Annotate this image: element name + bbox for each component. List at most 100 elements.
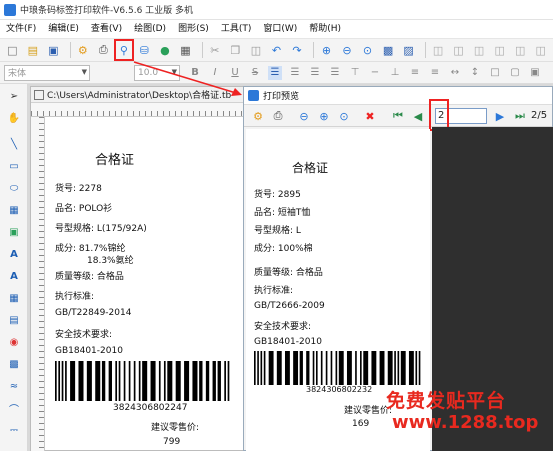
print-preview-icon[interactable]: ⚲	[113, 39, 135, 61]
vertical-bottom-icon[interactable]: ⊥	[388, 66, 402, 80]
close-icon[interactable]: ✖	[362, 108, 378, 124]
group-icon[interactable]: ▢	[508, 66, 522, 80]
last-page-icon[interactable]: ⏭	[512, 108, 528, 124]
zoom-in-icon[interactable]: ⊕	[318, 41, 335, 59]
distribute-vertical-icon[interactable]: ≡	[428, 66, 442, 80]
font-size-select[interactable]: 10.0 ▼	[134, 64, 180, 81]
text-tool-icon[interactable]: A	[6, 246, 22, 262]
database-icon[interactable]: ⛁	[136, 41, 153, 59]
rich-text-tool-icon[interactable]: A	[6, 268, 22, 284]
new-file-icon[interactable]: □	[4, 41, 21, 59]
bold-icon[interactable]: B	[188, 66, 202, 80]
menu-window[interactable]: 窗口(W)	[257, 20, 303, 38]
zoom-out-icon[interactable]: ⊖	[296, 108, 312, 124]
image-tool-icon[interactable]: ▣	[6, 224, 22, 240]
underline-icon[interactable]: U	[228, 66, 242, 80]
menu-file[interactable]: 文件(F)	[0, 20, 42, 38]
hand-tool-icon[interactable]: ✋	[6, 110, 22, 126]
menu-draw[interactable]: 绘图(D)	[128, 20, 172, 38]
italic-icon[interactable]: I	[208, 66, 222, 80]
ellipse-tool-icon[interactable]: ⬭	[6, 180, 22, 196]
align-right-icon[interactable]: ◫	[471, 41, 488, 59]
next-page-icon[interactable]: ▶	[492, 108, 508, 124]
label-standard-label[interactable]: 执行标准:	[55, 289, 94, 302]
zoom-fit-icon[interactable]: ⊙	[336, 108, 352, 124]
align-center-icon[interactable]: ◫	[450, 41, 467, 59]
barcode-bar	[268, 351, 274, 385]
align-bottom-icon[interactable]: ◫	[532, 41, 549, 59]
qrcode-tool-icon[interactable]: ▩	[6, 356, 22, 372]
label-grade[interactable]: 质量等级: 合格品	[55, 269, 124, 282]
print-setup-icon[interactable]: ⚙	[250, 108, 266, 124]
vertical-top-icon[interactable]: ⊤	[348, 66, 362, 80]
undo-icon[interactable]: ↶	[268, 41, 285, 59]
barcode-tool-icon[interactable]: ▦	[6, 202, 22, 218]
align-left-icon[interactable]: ◫	[430, 41, 447, 59]
label-size[interactable]: 号型规格: L(175/92A)	[55, 221, 147, 234]
strikethrough-icon[interactable]: S	[248, 66, 262, 80]
barcode-bar	[163, 361, 166, 401]
label-price-label[interactable]: 建议零售价:	[151, 420, 199, 433]
label-safety-label[interactable]: 安全技术要求:	[55, 327, 112, 340]
print-icon[interactable]: ⎙	[95, 41, 112, 59]
label-safety[interactable]: GB18401-2010	[55, 346, 123, 356]
line-tool-icon[interactable]: ╲	[6, 136, 22, 152]
label-title[interactable]: 合格证	[95, 149, 134, 168]
menu-help[interactable]: 帮助(H)	[303, 20, 347, 38]
document-window: C:\Users\Administrator\Desktop\合格证.tb 合格…	[30, 86, 245, 451]
paste-icon[interactable]: ◫	[248, 41, 265, 59]
barcode-bar	[379, 351, 385, 385]
zoom-fit-icon[interactable]: ⊙	[359, 41, 376, 59]
label-barcode[interactable]	[55, 361, 231, 401]
label-price[interactable]: 799	[163, 437, 180, 447]
vertical-middle-icon[interactable]: −	[368, 66, 382, 80]
label-name[interactable]: 品名: POLO衫	[55, 201, 112, 214]
font-name-select[interactable]: 宋体 ▼	[4, 64, 90, 81]
serial-tool-icon[interactable]: ▤	[6, 312, 22, 328]
arc-tool-icon[interactable]: ⌒	[6, 400, 22, 416]
previous-page-icon[interactable]: ◀	[410, 108, 426, 124]
zoom-out-icon[interactable]: ⊖	[339, 41, 356, 59]
zoom-page-icon[interactable]: ▩	[380, 41, 397, 59]
distribute-horizontal-icon[interactable]: ≡	[408, 66, 422, 80]
align-top-icon[interactable]: ◫	[491, 41, 508, 59]
label-standard[interactable]: GB/T22849-2014	[55, 308, 131, 318]
data-source-icon[interactable]: ●	[157, 41, 174, 59]
barcode-bar	[415, 351, 418, 385]
bookmark-tool-icon[interactable]: ⎓	[6, 422, 22, 438]
menu-edit[interactable]: 编辑(E)	[42, 20, 85, 38]
first-page-icon[interactable]: ⏮	[390, 108, 406, 124]
text-align-left-icon[interactable]: ☰	[268, 65, 282, 80]
open-folder-icon[interactable]: ▤	[25, 41, 42, 59]
save-icon[interactable]: ▣	[45, 41, 62, 59]
barcode-bar	[199, 361, 203, 401]
menu-tools[interactable]: 工具(T)	[215, 20, 258, 38]
barcode-bar	[284, 351, 290, 385]
select-arrow-icon[interactable]: ➢	[6, 88, 22, 104]
align-middle-icon[interactable]: ◫	[512, 41, 529, 59]
rectangle-tool-icon[interactable]: ▭	[6, 158, 22, 174]
cut-icon[interactable]: ✂	[207, 41, 224, 59]
text-align-right-icon[interactable]: ☰	[308, 66, 322, 80]
lock-icon[interactable]: ▣	[528, 66, 542, 80]
zoom-in-icon[interactable]: ⊕	[316, 108, 332, 124]
zoom-width-icon[interactable]: ▨	[400, 41, 417, 59]
same-height-icon[interactable]: ↕	[468, 66, 482, 80]
text-justify-icon[interactable]: ☰	[328, 66, 342, 80]
shape-tool-icon[interactable]: ◉	[6, 334, 22, 350]
same-width-icon[interactable]: ↔	[448, 66, 462, 80]
grid-icon[interactable]: ▦	[177, 41, 194, 59]
menu-view[interactable]: 查看(V)	[85, 20, 128, 38]
text-align-center-icon[interactable]: ☰	[288, 66, 302, 80]
table-tool-icon[interactable]: ▦	[6, 290, 22, 306]
menu-shape[interactable]: 图形(S)	[172, 20, 215, 38]
barcode-bar	[320, 351, 323, 385]
print-icon[interactable]: ⎙	[270, 108, 286, 124]
copy-icon[interactable]: ❐	[227, 41, 244, 59]
label-goods-no[interactable]: 货号: 2278	[55, 181, 102, 194]
polyline-tool-icon[interactable]: ≈	[6, 378, 22, 394]
redo-icon[interactable]: ↷	[289, 41, 306, 59]
settings-gear-icon[interactable]: ⚙	[75, 41, 92, 59]
label-composition-2[interactable]: 18.3%氨纶	[87, 253, 134, 266]
same-size-icon[interactable]: □	[488, 66, 502, 80]
